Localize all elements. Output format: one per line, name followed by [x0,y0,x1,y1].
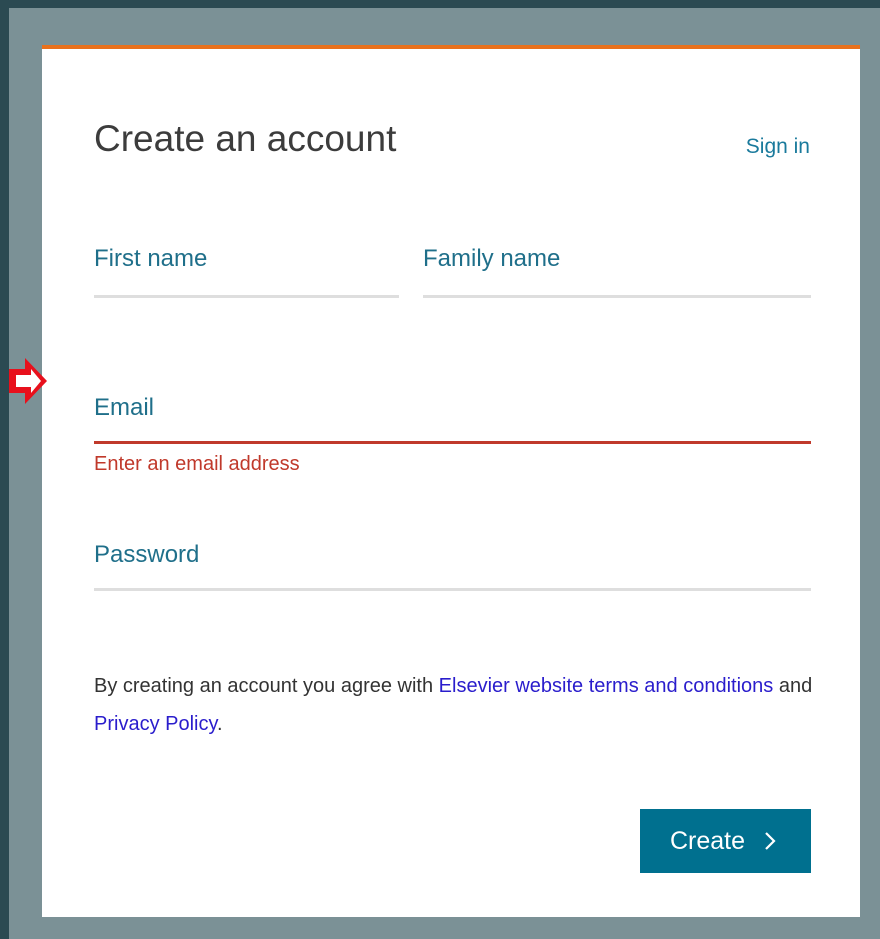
privacy-policy-link[interactable]: Privacy Policy [94,713,217,735]
email-input[interactable] [94,398,811,444]
terms-text: By creating an account you agree with El… [94,667,814,743]
terms-suffix: . [217,713,223,735]
password-underline [94,588,811,591]
terms-and-conditions-link[interactable]: Elsevier website terms and conditions [439,675,774,697]
family-name-underline [423,295,811,298]
email-error-message: Enter an email address [94,453,300,475]
password-field[interactable]: Password [94,540,811,591]
email-underline-error [94,441,811,444]
page-title: Create an account [94,118,397,159]
family-name-field[interactable]: Family name [423,244,811,298]
window-edge-left [0,0,9,939]
window-edge-top [0,0,880,8]
family-name-input[interactable] [423,252,811,298]
create-button-label: Create [669,826,746,855]
email-field[interactable]: Email [94,393,811,444]
first-name-input[interactable] [94,252,399,298]
create-account-card: Create an account Sign in First name Fam… [42,45,860,917]
first-name-underline [94,295,399,298]
red-arrow-icon [9,358,47,404]
terms-middle: and [773,675,813,697]
create-button[interactable]: Create [640,809,811,873]
first-name-field[interactable]: First name [94,244,399,298]
sign-in-link[interactable]: Sign in [746,135,810,159]
chevron-right-icon [765,832,776,850]
terms-prefix: By creating an account you agree with [94,675,439,697]
password-input[interactable] [94,545,811,591]
